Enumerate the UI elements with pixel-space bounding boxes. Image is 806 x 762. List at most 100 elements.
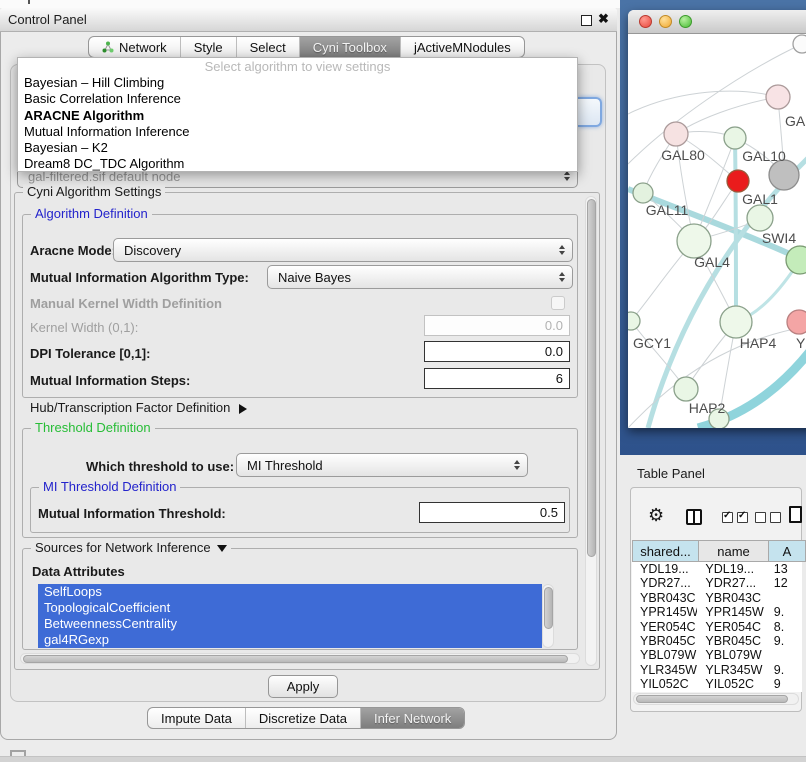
table-row[interactable]: YBR045CYBR045C9. <box>632 634 802 648</box>
table-cell: YBR043C <box>697 591 765 605</box>
columns-icon[interactable] <box>686 509 702 525</box>
tab-label: Style <box>194 40 223 55</box>
column-header-a[interactable]: A <box>769 540 806 562</box>
attributes-list-scrollbar-thumb[interactable] <box>544 587 553 629</box>
tab-jactivemnodules[interactable]: jActiveMNodules <box>400 37 524 57</box>
settings-vertical-scrollbar-thumb[interactable] <box>587 199 596 557</box>
table-horizontal-scrollbar-thumb[interactable] <box>636 695 788 703</box>
float-window-icon[interactable] <box>581 15 592 26</box>
table-cell: YBL079W <box>697 648 765 662</box>
tab-discretize-data[interactable]: Discretize Data <box>245 708 360 728</box>
column-header-name[interactable]: name <box>699 540 769 562</box>
attribute-item-betweennesscentrality[interactable]: BetweennessCentrality <box>38 616 542 632</box>
attributes-list-scrollbar[interactable] <box>542 584 554 648</box>
attribute-item-selfloops[interactable]: SelfLoops <box>38 584 542 600</box>
minimize-traffic-light-icon[interactable] <box>659 15 672 28</box>
table-row[interactable]: YBR043CYBR043C <box>632 591 802 605</box>
network-canvas[interactable]: GALGAL80GAL10GAL1GAL11SWI4GAL4GCY1HAP4YH… <box>628 34 806 428</box>
settings-horizontal-scrollbar-thumb[interactable] <box>23 655 568 663</box>
algorithm-option-basic-correlation-inference[interactable]: Basic Correlation Inference <box>18 91 577 107</box>
mi-threshold-field[interactable]: 0.5 <box>419 502 565 523</box>
combo-arrows-icon <box>559 245 565 255</box>
node-label-gal: GAL <box>785 113 806 129</box>
tab-label: Cyni Toolbox <box>313 40 387 55</box>
table-cell: YIL052C <box>697 677 765 691</box>
close-icon[interactable]: ✖ <box>598 11 609 27</box>
node-hap4[interactable] <box>720 306 752 338</box>
node-salmon[interactable] <box>787 310 806 334</box>
node-hap2[interactable] <box>674 377 698 401</box>
which-threshold-combobox[interactable]: MI Threshold <box>236 453 528 477</box>
tab-style[interactable]: Style <box>180 37 236 57</box>
mi-type-combobox[interactable]: Naive Bayes <box>267 265 573 289</box>
apply-button[interactable]: Apply <box>268 675 338 698</box>
mi-steps-field[interactable]: 6 <box>424 368 570 389</box>
table-cell: 12 <box>766 576 802 590</box>
tab-infer-network[interactable]: Infer Network <box>360 708 464 728</box>
node-label-gal4: GAL4 <box>694 254 730 270</box>
export-table-icon[interactable] <box>789 506 802 523</box>
hub-definition-expander[interactable]: Hub/Transcription Factor Definition <box>30 400 247 415</box>
node-gal80[interactable] <box>664 122 688 146</box>
close-traffic-light-icon[interactable] <box>639 15 652 28</box>
node-label-hap4: HAP4 <box>740 335 777 351</box>
dpi-tolerance-field[interactable]: 0.0 <box>424 341 570 362</box>
table-row[interactable]: YDR27...YDR27...12 <box>632 576 802 590</box>
node-label-gal1: GAL1 <box>742 191 778 207</box>
sources-title[interactable]: Sources for Network Inference <box>31 540 231 555</box>
table-row[interactable]: YBL079WYBL079W <box>632 648 802 662</box>
screen: Control Panel ✖ NetworkStyleSelectCyni T… <box>0 0 806 762</box>
deselect-all-columns-icon[interactable] <box>755 512 781 523</box>
algorithm-definition-title: Algorithm Definition <box>31 206 152 221</box>
algorithm-option-dream8-dc-tdc-algorithm[interactable]: Dream8 DC_TDC Algorithm <box>18 156 577 172</box>
tab-impute-data[interactable]: Impute Data <box>148 708 245 728</box>
mi-steps-label: Mutual Information Steps: <box>30 373 190 388</box>
node-label-hap2: HAP2 <box>689 400 726 416</box>
algorithm-option-mutual-information-inference[interactable]: Mutual Information Inference <box>18 124 577 140</box>
gear-icon[interactable]: ⚙ <box>648 506 664 524</box>
column-header-shared[interactable]: shared... <box>632 540 699 562</box>
algorithm-option-aracne-algorithm[interactable]: ARACNE Algorithm <box>18 108 577 124</box>
kernel-width-field[interactable]: 0.0 <box>424 315 570 336</box>
node-red[interactable] <box>727 170 749 192</box>
node-gal-pink[interactable] <box>766 85 790 109</box>
algorithm-option-bayesian-hill-climbing[interactable]: Bayesian – Hill Climbing <box>18 75 577 91</box>
algorithm-dropdown-placeholder[interactable]: Select algorithm to view settings <box>18 58 577 75</box>
table-cell: YLR345W <box>697 663 765 677</box>
table-cell <box>766 591 802 605</box>
settings-horizontal-scrollbar[interactable] <box>20 653 580 664</box>
table-row[interactable]: YPR145WYPR145W9. <box>632 605 802 619</box>
table-horizontal-scrollbar[interactable] <box>633 693 799 705</box>
attribute-item-topologicalcoefficient[interactable]: TopologicalCoefficient <box>38 600 542 616</box>
table-row[interactable]: YER054CYER054C8. <box>632 620 802 634</box>
node-swi4[interactable] <box>786 246 806 274</box>
table-cell <box>766 648 802 662</box>
node-gal10[interactable] <box>724 127 746 149</box>
manual-kernel-checkbox[interactable] <box>551 296 565 310</box>
node-gcy1[interactable] <box>628 312 640 330</box>
node-gal11[interactable] <box>633 183 653 203</box>
data-attributes-label: Data Attributes <box>32 564 125 579</box>
node-gal1[interactable] <box>747 205 773 231</box>
attribute-item-gal4rgexp[interactable]: gal4RGexp <box>38 632 542 648</box>
table-row[interactable]: YDL19...YDL19...13 <box>632 562 802 576</box>
node-label-gal11: GAL11 <box>646 202 689 218</box>
which-threshold-label: Which threshold to use: <box>86 459 234 474</box>
tab-cyni-toolbox[interactable]: Cyni Toolbox <box>299 37 400 57</box>
node-gray[interactable] <box>769 160 799 190</box>
settings-vertical-scrollbar[interactable] <box>585 196 597 666</box>
algorithm-combobox-fragment[interactable] <box>578 97 602 127</box>
aracne-mode-combobox[interactable]: Discovery <box>113 238 573 262</box>
data-attributes-list[interactable]: SelfLoopsTopologicalCoefficientBetweenne… <box>38 584 542 648</box>
algorithm-option-bayesian-k2[interactable]: Bayesian – K2 <box>18 140 577 156</box>
table-row[interactable]: YIL052CYIL052C9 <box>632 677 802 691</box>
select-all-columns-icon[interactable] <box>722 512 748 523</box>
node-gal4[interactable] <box>677 224 711 258</box>
table-cell: 9. <box>766 663 802 677</box>
node-top-partial[interactable] <box>793 35 806 53</box>
table-cell: YBL079W <box>632 648 697 662</box>
tab-network[interactable]: Network <box>89 37 180 57</box>
tab-select[interactable]: Select <box>236 37 299 57</box>
table-row[interactable]: YLR345WYLR345W9. <box>632 663 802 677</box>
zoom-traffic-light-icon[interactable] <box>679 15 692 28</box>
